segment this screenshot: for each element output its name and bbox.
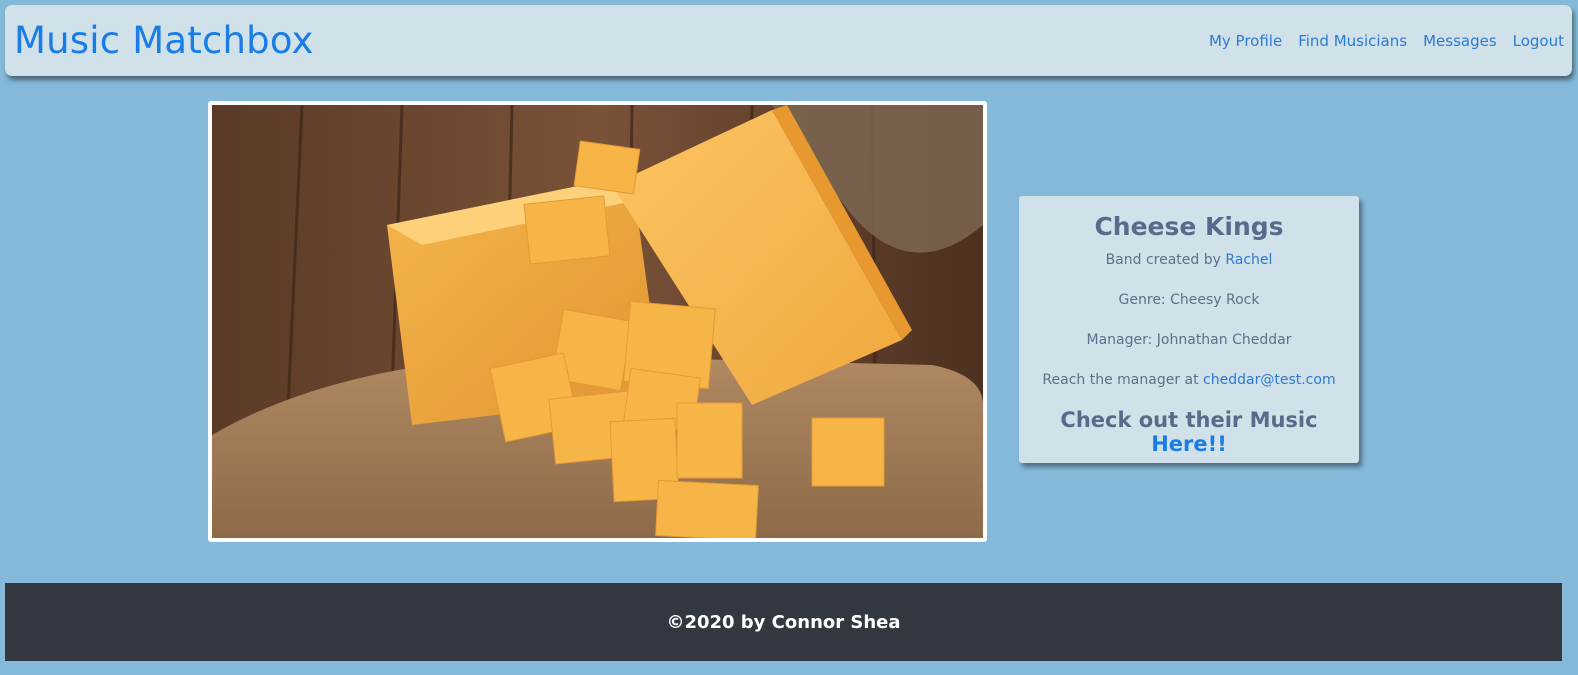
navbar: Music Matchbox My Profile Find Musicians… [5,5,1572,76]
contact-label: Reach the manager at [1042,372,1204,388]
band-image [212,105,983,538]
manager-email-link[interactable]: cheddar@test.com [1203,372,1336,388]
nav-logout[interactable]: Logout [1513,32,1564,50]
music-label: Check out their Music [1060,408,1318,432]
creator-profile-link[interactable]: Rachel [1225,252,1272,268]
created-by-label: Band created by [1105,252,1226,268]
footer-copyright: ©2020 by Connor Shea [666,611,901,633]
band-name: Cheese Kings [1094,212,1284,241]
nav-messages[interactable]: Messages [1423,32,1497,50]
nav-links: My Profile Find Musicians Messages Logou… [1193,32,1564,50]
genre-line: Genre: Cheesy Rock [1118,292,1260,308]
music-line: Check out their Music Here!! [1019,408,1359,456]
manager-line: Manager: Johnathan Cheddar [1086,332,1292,348]
band-image-frame [208,101,987,542]
footer: ©2020 by Connor Shea [5,583,1562,661]
band-info-card: Cheese Kings Band created by Rachel Genr… [1019,196,1359,463]
band-creator-line: Band created by Rachel [1019,250,1359,270]
brand-logo-link[interactable]: Music Matchbox [14,19,314,62]
nav-find-musicians[interactable]: Find Musicians [1298,32,1407,50]
music-link[interactable]: Here!! [1151,432,1227,456]
nav-my-profile[interactable]: My Profile [1209,32,1282,50]
contact-line: Reach the manager at cheddar@test.com [1019,370,1359,390]
